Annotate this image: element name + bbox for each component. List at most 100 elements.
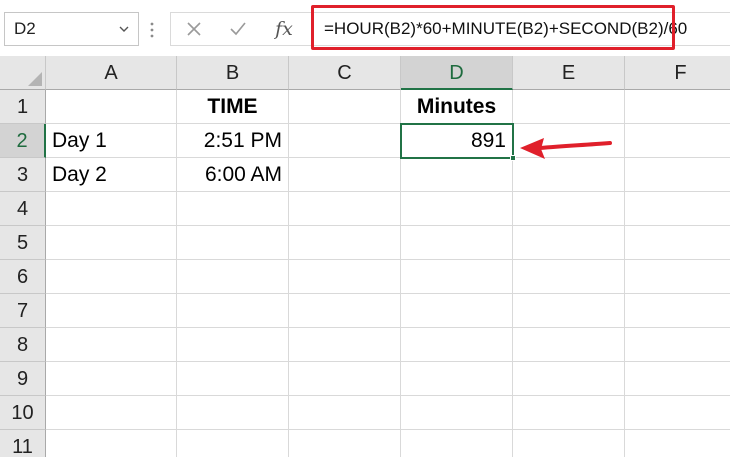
row-header-9[interactable]: 9 <box>0 362 46 396</box>
cell-e8[interactable] <box>513 328 625 362</box>
cell-f7[interactable] <box>625 294 730 328</box>
insert-function-button[interactable]: fx <box>267 13 301 45</box>
drag-handle-icon[interactable] <box>146 14 158 46</box>
cell-b7[interactable] <box>177 294 289 328</box>
red-arrow-icon <box>520 138 612 159</box>
cell-a9[interactable] <box>46 362 177 396</box>
formula-controls: fx <box>170 12 304 46</box>
row-header-5[interactable]: 5 <box>0 226 46 260</box>
cell-d4[interactable] <box>401 192 513 226</box>
cell-b6[interactable] <box>177 260 289 294</box>
cell-a4[interactable] <box>46 192 177 226</box>
cell-a3[interactable]: Day 2 <box>46 158 177 192</box>
cell-d2[interactable]: 891 <box>401 124 513 158</box>
cell-e1[interactable] <box>513 90 625 124</box>
cell-f5[interactable] <box>625 226 730 260</box>
cell-f9[interactable] <box>625 362 730 396</box>
cell-e6[interactable] <box>513 260 625 294</box>
cell-e10[interactable] <box>513 396 625 430</box>
cell-c4[interactable] <box>289 192 401 226</box>
row-header-4[interactable]: 4 <box>0 192 46 226</box>
name-box-value: D2 <box>14 19 36 38</box>
row-header-11[interactable]: 11 <box>0 430 46 457</box>
cell-d10[interactable] <box>401 396 513 430</box>
cell-c5[interactable] <box>289 226 401 260</box>
cell-e7[interactable] <box>513 294 625 328</box>
cell-b3[interactable]: 6:00 AM <box>177 158 289 192</box>
cell-d6[interactable] <box>401 260 513 294</box>
row-header-8[interactable]: 8 <box>0 328 46 362</box>
cell-e4[interactable] <box>513 192 625 226</box>
cell-f11[interactable] <box>625 430 730 457</box>
cell-a10[interactable] <box>46 396 177 430</box>
column-header-f[interactable]: F <box>625 56 730 90</box>
column-header-c[interactable]: C <box>289 56 401 90</box>
formula-bar: D2 fx =HOUR(B2)*60+MINUTE(B2)+SECOND(B2)… <box>0 0 730 56</box>
row-header-7[interactable]: 7 <box>0 294 46 328</box>
cell-c3[interactable] <box>289 158 401 192</box>
row-header-2[interactable]: 2 <box>0 124 46 158</box>
cell-a7[interactable] <box>46 294 177 328</box>
cell-c8[interactable] <box>289 328 401 362</box>
fx-icon: fx <box>275 18 293 40</box>
spreadsheet-grid: A B C D E F 1 2 3 4 5 6 7 8 9 10 11 TIME… <box>0 56 730 457</box>
cell-a8[interactable] <box>46 328 177 362</box>
cell-f6[interactable] <box>625 260 730 294</box>
column-header-b[interactable]: B <box>177 56 289 90</box>
cell-c7[interactable] <box>289 294 401 328</box>
cell-c9[interactable] <box>289 362 401 396</box>
cell-b10[interactable] <box>177 396 289 430</box>
cell-d1[interactable]: Minutes <box>401 90 513 124</box>
formula-input[interactable]: =HOUR(B2)*60+MINUTE(B2)+SECOND(B2)/60 <box>304 12 730 46</box>
cell-e3[interactable] <box>513 158 625 192</box>
cell-c10[interactable] <box>289 396 401 430</box>
cell-c11[interactable] <box>289 430 401 457</box>
cell-e11[interactable] <box>513 430 625 457</box>
cell-d3[interactable] <box>401 158 513 192</box>
column-header-e[interactable]: E <box>513 56 625 90</box>
close-icon <box>187 22 201 36</box>
cell-a5[interactable] <box>46 226 177 260</box>
row-header-10[interactable]: 10 <box>0 396 46 430</box>
cell-f1[interactable] <box>625 90 730 124</box>
cell-a11[interactable] <box>46 430 177 457</box>
cell-d9[interactable] <box>401 362 513 396</box>
select-all-button[interactable] <box>0 56 46 90</box>
cell-d7[interactable] <box>401 294 513 328</box>
row-header-3[interactable]: 3 <box>0 158 46 192</box>
row-header-1[interactable]: 1 <box>0 90 46 124</box>
cell-b1[interactable]: TIME <box>177 90 289 124</box>
chevron-down-icon[interactable] <box>118 21 130 37</box>
name-box[interactable]: D2 <box>4 12 139 46</box>
cell-a2[interactable]: Day 1 <box>46 124 177 158</box>
cell-f8[interactable] <box>625 328 730 362</box>
cell-b2[interactable]: 2:51 PM <box>177 124 289 158</box>
cell-e9[interactable] <box>513 362 625 396</box>
cell-b8[interactable] <box>177 328 289 362</box>
cell-d5[interactable] <box>401 226 513 260</box>
cell-b5[interactable] <box>177 226 289 260</box>
cell-f3[interactable] <box>625 158 730 192</box>
cell-a1[interactable] <box>46 90 177 124</box>
cell-c6[interactable] <box>289 260 401 294</box>
cell-f4[interactable] <box>625 192 730 226</box>
select-all-icon <box>28 72 42 86</box>
enter-button[interactable] <box>223 13 253 45</box>
row-header-6[interactable]: 6 <box>0 260 46 294</box>
cell-e5[interactable] <box>513 226 625 260</box>
cell-c2[interactable] <box>289 124 401 158</box>
cell-d11[interactable] <box>401 430 513 457</box>
cell-c1[interactable] <box>289 90 401 124</box>
cancel-button[interactable] <box>179 13 209 45</box>
column-header-d[interactable]: D <box>401 56 513 90</box>
check-icon <box>230 22 246 36</box>
cell-f2[interactable] <box>625 124 730 158</box>
cell-a6[interactable] <box>46 260 177 294</box>
cell-b9[interactable] <box>177 362 289 396</box>
cell-b4[interactable] <box>177 192 289 226</box>
cell-d8[interactable] <box>401 328 513 362</box>
column-header-a[interactable]: A <box>46 56 177 90</box>
cell-b11[interactable] <box>177 430 289 457</box>
formula-text: =HOUR(B2)*60+MINUTE(B2)+SECOND(B2)/60 <box>324 19 688 38</box>
cell-f10[interactable] <box>625 396 730 430</box>
